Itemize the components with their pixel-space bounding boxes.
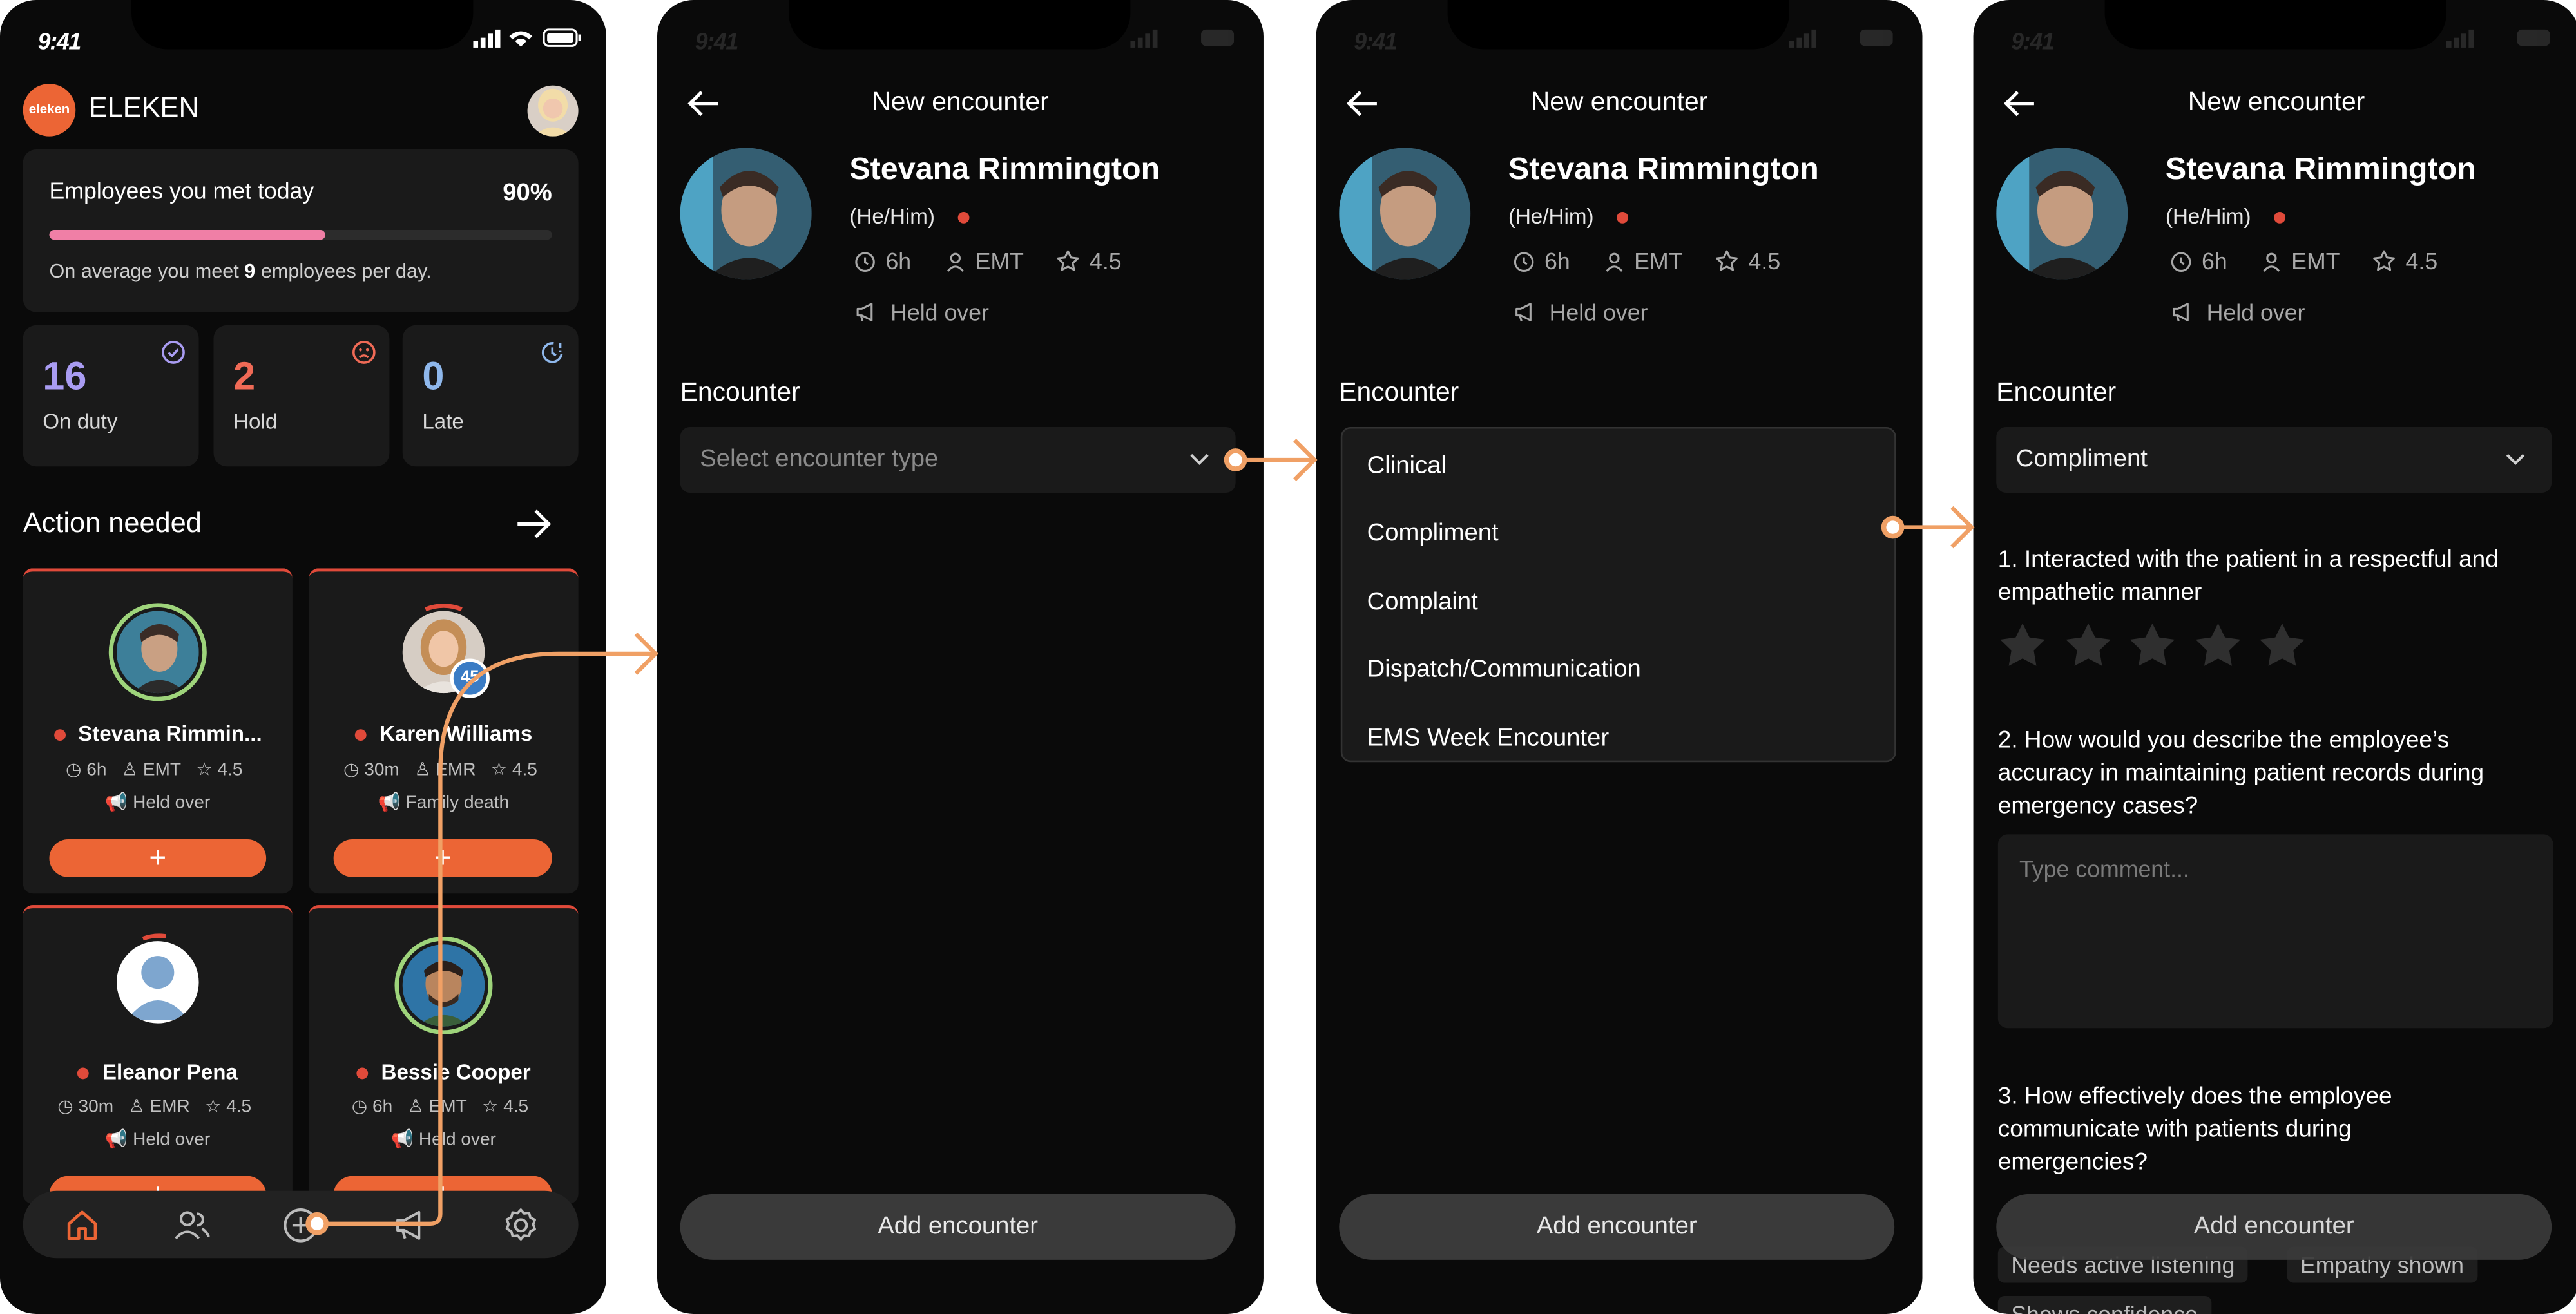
flow-connectors	[305, 439, 1975, 1235]
flow-arrow-1	[317, 651, 654, 1226]
flow-start-dot-3	[1881, 515, 1905, 539]
flow-start-dot-2	[1224, 448, 1247, 471]
flow-start-dot-1	[305, 1212, 329, 1235]
